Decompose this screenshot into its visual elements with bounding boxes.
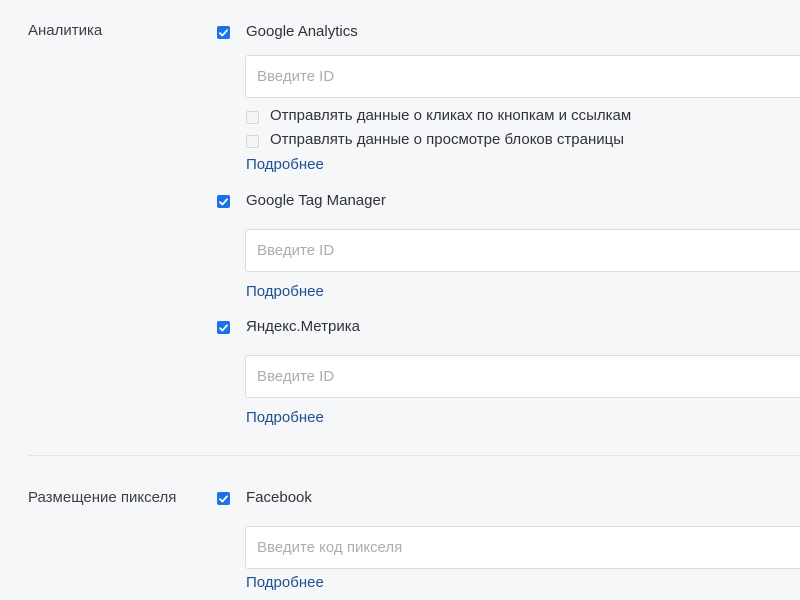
yandex-metrika-checkbox[interactable] — [217, 321, 230, 334]
yandex-metrika-label: Яндекс.Метрика — [246, 318, 360, 335]
facebook-pixel-code-input[interactable] — [245, 526, 800, 569]
facebook-label: Facebook — [246, 489, 312, 506]
checkmark-icon — [219, 197, 228, 205]
yandex-metrika-more-link[interactable]: Подробнее — [246, 409, 324, 427]
facebook-more-link[interactable]: Подробнее — [246, 574, 324, 592]
google-analytics-more-link[interactable]: Подробнее — [246, 156, 324, 174]
section-label-analytics: Аналитика — [28, 22, 103, 39]
ga-clicks-label: Отправлять данные о кликах по кнопкам и … — [270, 107, 632, 124]
ga-clicks-checkbox[interactable] — [246, 111, 259, 124]
google-tag-manager-label: Google Tag Manager — [246, 192, 386, 209]
google-tag-manager-checkbox[interactable] — [217, 195, 230, 208]
google-tag-manager-id-input[interactable] — [245, 229, 800, 272]
google-tag-manager-more-link[interactable]: Подробнее — [246, 283, 324, 301]
section-label-pixel: Размещение пикселя — [28, 489, 177, 506]
checkmark-icon — [219, 28, 228, 36]
ga-blocks-view-checkbox[interactable] — [246, 135, 259, 148]
checkmark-icon — [219, 494, 228, 502]
facebook-checkbox[interactable] — [217, 492, 230, 505]
checkmark-icon — [219, 323, 228, 331]
google-analytics-checkbox[interactable] — [217, 26, 230, 39]
ga-blocks-view-label: Отправлять данные о просмотре блоков стр… — [270, 131, 624, 148]
section-divider — [28, 455, 800, 456]
google-analytics-label: Google Analytics — [246, 23, 358, 40]
google-analytics-id-input[interactable] — [245, 55, 800, 98]
yandex-metrika-id-input[interactable] — [245, 355, 800, 398]
